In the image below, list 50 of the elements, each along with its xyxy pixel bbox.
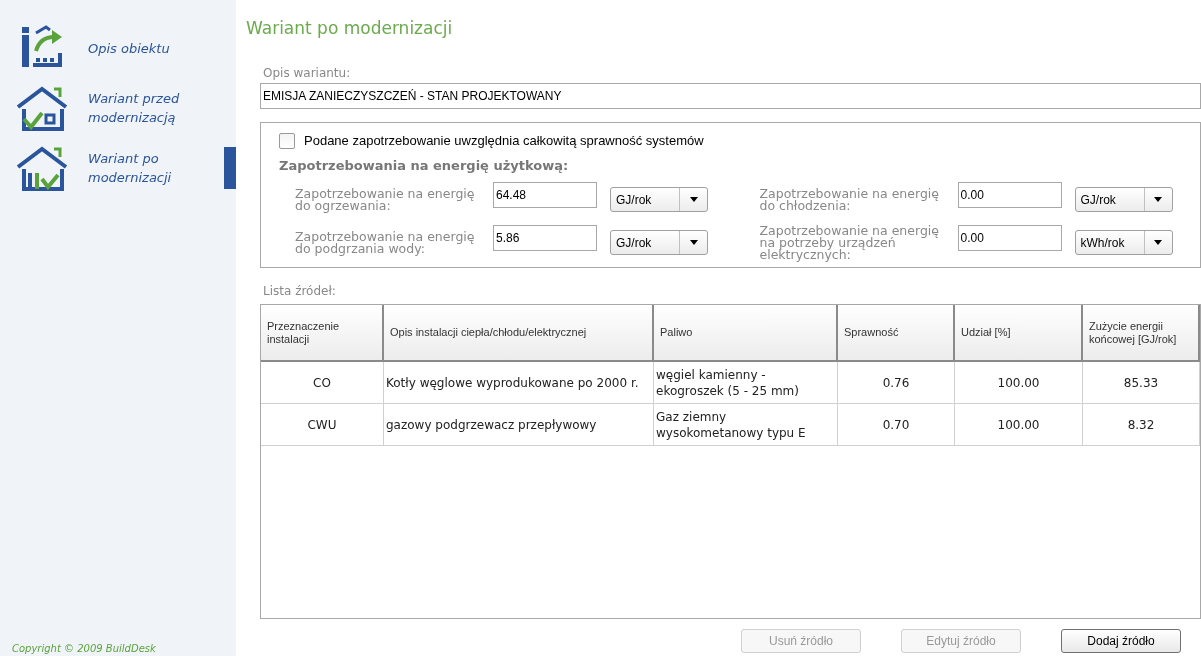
caret-icon	[689, 197, 698, 202]
column-header[interactable]: Sprawność	[838, 305, 955, 362]
table-cell: 100.00	[955, 362, 1083, 403]
house-check-icon	[16, 85, 68, 131]
table-cell: 8.32	[1083, 404, 1200, 445]
table-cell: 0.70	[838, 404, 955, 445]
unit-dropdown[interactable]: GJ/rok	[610, 230, 708, 255]
table-cell: 100.00	[955, 404, 1083, 445]
table-cell: Gaz ziemny wysokometanowy typu E	[654, 404, 838, 445]
sidebar-item[interactable]: Opis obiektu	[0, 24, 236, 72]
table-cell: 85.33	[1083, 362, 1200, 403]
sidebar-item[interactable]: Wariant przed modernizacją	[0, 84, 236, 132]
table-cell: węgiel kamienny - ekogroszek (5 - 25 mm)	[654, 362, 838, 403]
page-title: Wariant po modernizacji	[246, 17, 454, 39]
unit-dropdown[interactable]: kWh/rok	[1074, 230, 1173, 255]
column-header[interactable]: Przeznaczenie instalacji	[261, 305, 384, 362]
unit-dropdown[interactable]: GJ/rok	[1074, 187, 1173, 212]
table-row[interactable]: CO Kotły węglowe wyprodukowane po 2000 r. węgiel kamienny - ekogroszek (5 - 25 mm) 0.76 100.00 85.33	[261, 362, 1200, 404]
table-cell: CWU	[261, 404, 384, 445]
column-header[interactable]: Udział [%]	[955, 305, 1083, 362]
checkbox[interactable]	[279, 132, 295, 149]
value-field[interactable]: 64.48	[493, 182, 597, 208]
table-row[interactable]: CWU gazowy podgrzewacz przepływowy Gaz ziemny wysokometanowy typu E 0.70 100.00 8.32	[261, 404, 1200, 446]
table-cell: 0.76	[838, 362, 955, 403]
sidebar-item[interactable]: Wariant po modernizacji	[0, 144, 236, 192]
table-cell: CO	[261, 362, 384, 403]
caret-icon	[1154, 240, 1162, 245]
column-header[interactable]: Paliwo	[654, 305, 838, 362]
house-check-icon	[16, 145, 68, 191]
copyright-text: Copyright © 2009 BuildDesk	[11, 643, 157, 656]
value-field[interactable]: 0.00	[957, 225, 1062, 251]
action-button[interactable]: Dodaj źródło	[1061, 629, 1181, 653]
table-cell: Kotły węglowe wyprodukowane po 2000 r.	[384, 362, 654, 403]
field-label: Zapotrzebowanie na energię do chłodzenia:	[759, 187, 940, 212]
field-label: Zapotrzebowanie na energię do ogrzewania:	[295, 187, 476, 212]
checkbox-label: Podane zapotrzebowanie uwzględnia całkowitą sprawność systemów	[304, 132, 704, 150]
column-header[interactable]: Opis instalacji ciepła/chłodu/elektrycznej	[384, 305, 654, 362]
section-heading: Zapotrzebowania na energię użytkową:	[279, 156, 570, 175]
column-header[interactable]: Zużycie energii końcowej [GJ/rok]	[1083, 305, 1200, 362]
caret-icon	[1154, 197, 1162, 202]
field-label: Zapotrzebowanie na energię do podgrzania wody:	[295, 230, 476, 255]
description-field[interactable]: EMISJA ZANIECZYSZCZEŃ - STAN PROJEKTOWANY	[260, 83, 1201, 109]
sources-label: Lista źródeł:	[262, 283, 337, 299]
field-label: Zapotrzebowanie na energię na potrzeby urządzeń elektrycznych:	[759, 224, 940, 261]
value-field[interactable]: 5.86	[493, 225, 597, 251]
value-field[interactable]: 0.00	[957, 182, 1062, 208]
caret-icon	[689, 240, 698, 245]
description-label: Opis wariantu:	[262, 65, 352, 81]
table-cell: gazowy podgrzewacz przepływowy	[384, 404, 654, 445]
unit-dropdown[interactable]: GJ/rok	[610, 187, 708, 212]
